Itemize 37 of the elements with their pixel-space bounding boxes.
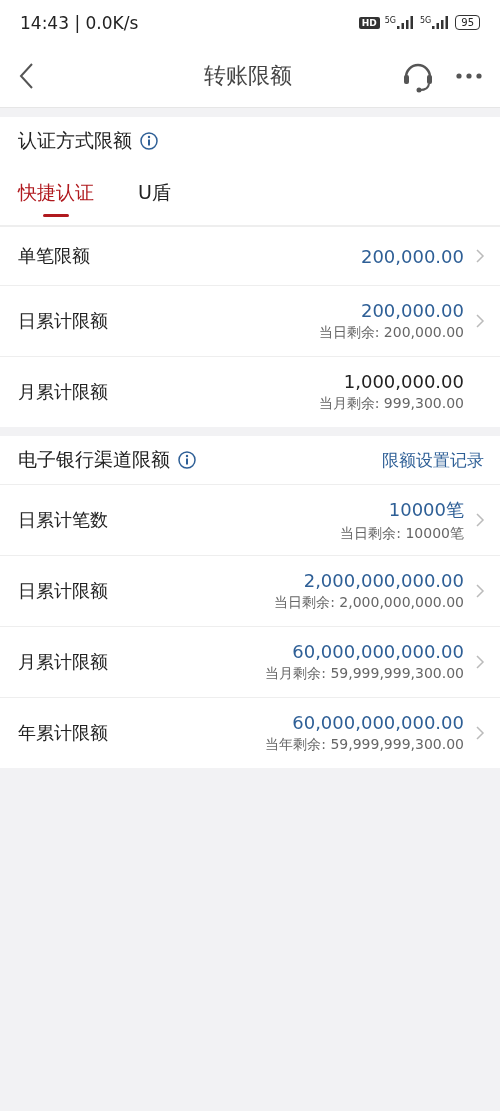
battery-indicator: 95 [455,15,480,30]
info-icon[interactable] [140,132,158,150]
section-title: 电子银行渠道限额 [18,447,170,472]
signal-icon [396,16,415,29]
limit-value[interactable]: 200,000.00 [360,300,464,321]
section-title: 认证方式限额 [18,128,132,153]
limit-label: 月累计限额 [18,650,109,674]
limit-value[interactable]: 10000笔 [388,497,464,522]
hd-badge: HD [358,16,380,29]
limit-label: 日累计笔数 [18,508,109,532]
status-time: 14:43 | 0.0K/s [20,12,139,33]
remaining-text: 当月剩余: 59,999,999,300.00 [265,665,464,683]
limit-value[interactable]: 2,000,000,000.00 [303,570,464,591]
limit-value[interactable]: 200,000.00 [360,245,464,267]
limit-label: 日累计限额 [18,309,109,333]
limit-value: 1,000,000.00 [343,371,464,392]
remaining-text: 当月剩余: 999,300.00 [318,395,464,413]
limit-label: 日累计限额 [18,579,109,603]
remaining-text: 当日剩余: 2,000,000,000.00 [274,594,464,612]
limit-value[interactable]: 60,000,000,000.00 [292,712,464,733]
limit-value[interactable]: 60,000,000,000.00 [292,641,464,662]
network-label: 5G [384,16,396,25]
limit-label: 年累计限额 [18,721,109,745]
back-icon[interactable] [18,62,34,90]
remaining-text: 当年剩余: 59,999,999,300.00 [265,736,464,754]
more-icon[interactable] [456,73,482,79]
info-icon[interactable] [178,451,196,469]
signal-icon [432,16,451,29]
tab[interactable]: U盾 [138,169,171,217]
tab[interactable]: 快捷认证 [18,169,94,217]
remaining-text: 当日剩余: 200,000.00 [318,324,464,342]
limit-label: 单笔限额 [18,244,91,268]
history-link[interactable]: 限额设置记录 [382,448,484,472]
remaining-text: 当日剩余: 10000笔 [340,524,464,543]
network-label: 5G [419,16,432,25]
page-title: 转账限额 [203,62,293,90]
limit-label: 月累计限额 [18,380,109,404]
